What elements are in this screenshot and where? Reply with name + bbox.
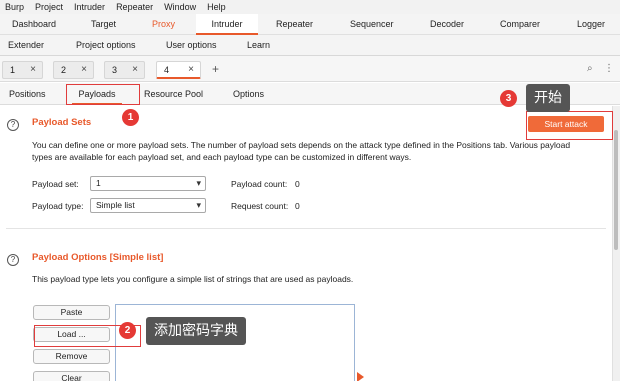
expand-arrow-icon[interactable] [357,372,364,381]
chevron-down-icon: ▾ [196,200,201,210]
paste-button[interactable]: Paste [33,305,110,320]
tab-logger[interactable]: Logger [577,14,605,35]
menu-repeater[interactable]: Repeater [111,0,159,14]
scrollbar-thumb[interactable] [614,130,618,250]
attack-tab-2[interactable]: 2 × [53,61,94,79]
close-icon[interactable]: × [132,62,138,78]
request-count-label: Request count: [231,201,289,211]
help-icon[interactable]: ? [7,254,19,266]
main-tabs-row-1: Dashboard Target Proxy Intruder Repeater… [0,14,620,35]
tab-resource-pool[interactable]: Resource Pool [144,83,203,105]
tab-proxy[interactable]: Proxy [152,14,175,35]
tab-dashboard[interactable]: Dashboard [12,14,56,35]
step-badge-2: 2 [119,322,136,339]
payload-set-select[interactable]: 1 ▾ [90,176,206,191]
menu-project[interactable]: Project [30,0,69,14]
tab-target[interactable]: Target [91,14,116,35]
tab-sequencer[interactable]: Sequencer [350,14,394,35]
tab-intruder[interactable]: Intruder [196,14,258,35]
attack-tab-4[interactable]: 4 × [156,61,201,79]
more-icon[interactable]: ⋮ [604,63,614,74]
close-icon[interactable]: × [30,62,36,78]
step-badge-1: 1 [122,109,139,126]
step-badge-3: 3 [500,90,517,107]
main-tabs-row-2: Extender Project options User options Le… [0,35,620,56]
tab-comparer[interactable]: Comparer [500,14,540,35]
payload-sets-title: Payload Sets [32,117,92,128]
close-icon[interactable]: × [81,62,87,78]
attack-tab-label: 4 [164,65,170,75]
search-icon[interactable]: ⌕ [587,63,593,74]
highlight-start-attack [526,111,613,140]
payload-set-value: 1 [96,178,101,188]
chevron-down-icon: ▾ [196,178,201,188]
payload-count-value: 0 [295,179,300,189]
payload-count-label: Payload count: [231,179,288,189]
tab-repeater[interactable]: Repeater [276,14,313,35]
menu-help[interactable]: Help [202,0,232,14]
tab-project-options[interactable]: Project options [76,35,136,56]
attack-tab-label: 1 [10,65,16,75]
tab-learn[interactable]: Learn [247,35,270,56]
clear-button[interactable]: Clear [33,371,110,381]
attack-tab-3[interactable]: 3 × [104,61,145,79]
attack-tab-1[interactable]: 1 × [2,61,43,79]
menu-intruder[interactable]: Intruder [69,0,111,14]
payload-type-label: Payload type: [32,201,84,211]
request-count-value: 0 [295,201,300,211]
attack-tab-label: 2 [61,65,67,75]
payload-type-value: Simple list [96,200,135,210]
menu-window[interactable]: Window [159,0,202,14]
menu-burp[interactable]: Burp [0,0,30,14]
add-tab-button[interactable]: + [212,62,219,76]
payload-options-description: This payload type lets you configure a s… [32,274,354,284]
payload-set-label: Payload set: [32,179,79,189]
annotation-add-dictionary: 添加密码字典 [146,317,246,345]
close-icon[interactable]: × [188,62,194,78]
highlight-payloads-tab [66,84,140,105]
annotation-start: 开始 [526,84,570,112]
menu-bar: Burp Project Intruder Repeater Window He… [0,0,620,14]
tab-options[interactable]: Options [233,83,264,105]
payload-type-select[interactable]: Simple list ▾ [90,198,206,213]
remove-button[interactable]: Remove [33,349,110,364]
tab-extender[interactable]: Extender [8,35,44,56]
payload-sets-description: You can define one or more payload sets.… [32,140,571,162]
section-divider [6,228,606,229]
help-icon[interactable]: ? [7,119,19,131]
tab-positions[interactable]: Positions [9,83,46,105]
attack-tab-label: 3 [112,65,118,75]
tab-decoder[interactable]: Decoder [430,14,464,35]
payload-options-title: Payload Options [Simple list] [32,252,164,263]
tab-user-options[interactable]: User options [166,35,217,56]
